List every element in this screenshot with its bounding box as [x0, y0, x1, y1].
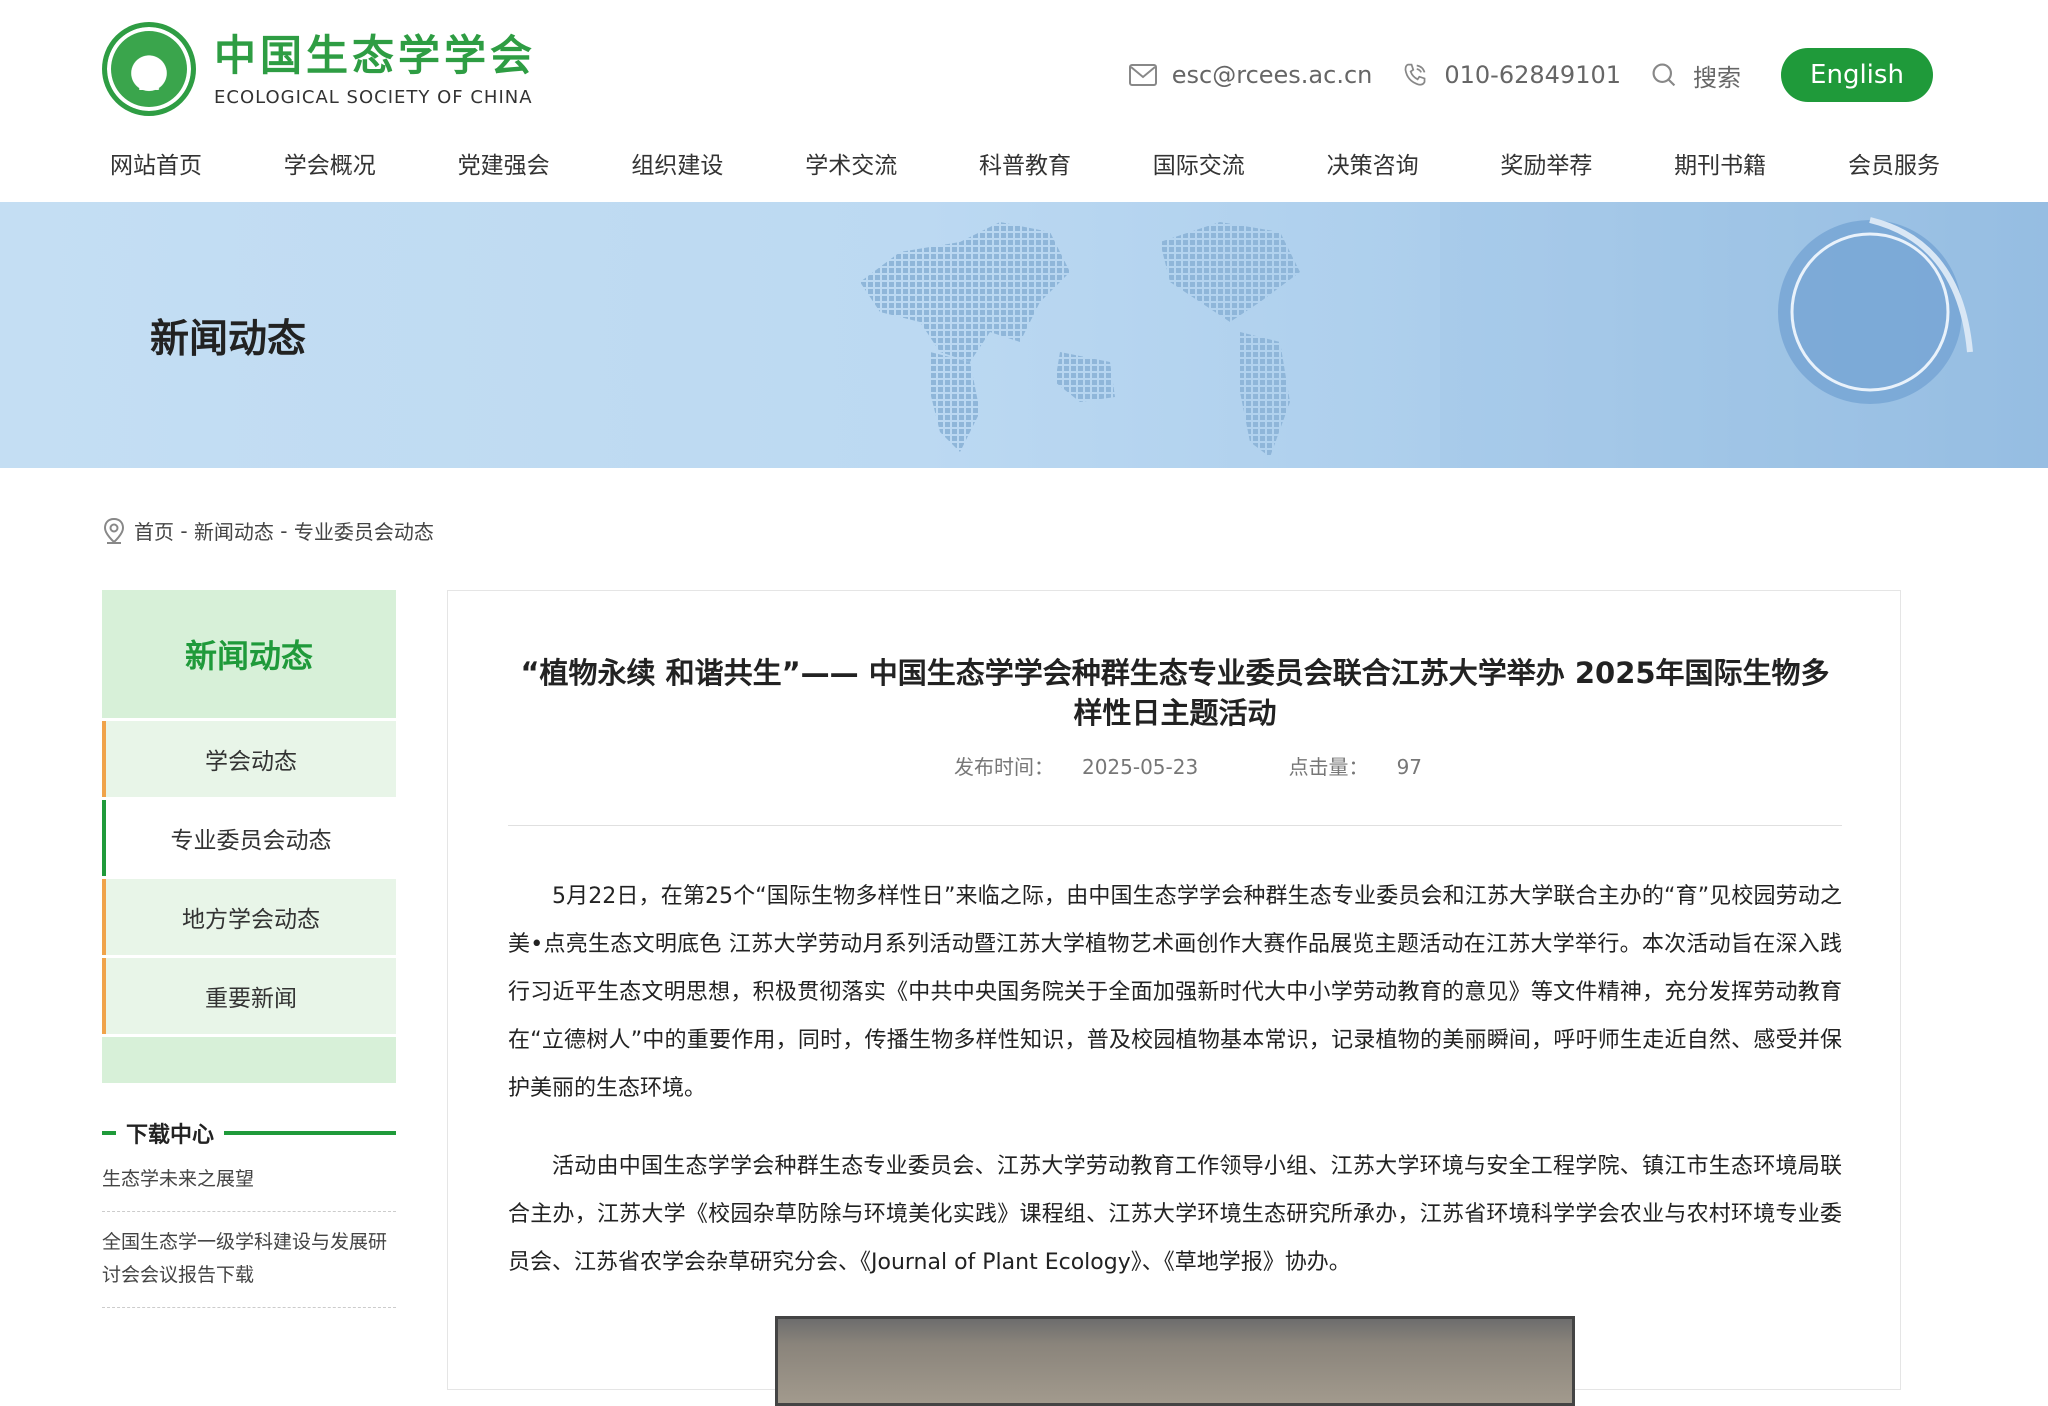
- nav-item[interactable]: 期刊书籍: [1674, 146, 1766, 180]
- breadcrumb-home[interactable]: 首页: [134, 516, 174, 545]
- mail-icon: [1128, 64, 1157, 86]
- header-contacts: esc@rcees.ac.cn 010-62849101 搜索 English: [1100, 48, 1933, 102]
- breadcrumb-separator: -: [273, 518, 294, 543]
- publish-label: 发布时间：: [953, 755, 1054, 779]
- society-emblem: ESC: [102, 22, 196, 116]
- english-version-button[interactable]: English: [1781, 48, 1933, 102]
- phone-icon: [1404, 63, 1426, 86]
- article-panel: “植物永续 和谐共生”—— 中国生态学学会种群生态专业委员会联合江苏大学举办 2…: [447, 590, 1901, 1406]
- sidebar-item-local-society-news[interactable]: 地方学会动态: [102, 879, 396, 955]
- breadcrumb: 首页 - 新闻动态 - 专业委员会动态: [102, 516, 434, 545]
- download-item[interactable]: 生态学未来之展望: [102, 1149, 396, 1212]
- sidebar-item-important-news[interactable]: 重要新闻: [102, 958, 396, 1034]
- download-center-title: 下载中心: [126, 1123, 215, 1148]
- emblem-badge-text: ESC: [138, 82, 160, 93]
- phone-text: 010-62849101: [1444, 61, 1621, 89]
- sidebar: 新闻动态 学会动态 专业委员会动态 地方学会动态 重要新闻 下载中心 生态学未来…: [102, 590, 396, 1308]
- nav-item[interactable]: 学会概况: [284, 146, 376, 180]
- money-globe-illustration: [1440, 202, 2048, 468]
- search-icon: [1652, 63, 1676, 87]
- logo-english-name: ECOLOGICAL SOCIETY OF CHINA: [214, 86, 533, 108]
- nav-item[interactable]: 会员服务: [1848, 146, 1940, 180]
- banner-title: 新闻动态: [150, 317, 307, 362]
- logo-chinese-name: 中国生态学学会: [214, 30, 537, 80]
- nav-item[interactable]: 党建强会: [458, 146, 550, 180]
- article-meta: 发布时间： 2025-05-23 点击量： 97: [448, 751, 1900, 780]
- sidebar-item-society-news[interactable]: 学会动态: [102, 721, 396, 797]
- article-paragraph: 5月22日，在第25个“国际生物多样性日”来临之际，由中国生态学学会种群生态专业…: [508, 884, 1842, 1101]
- sidebar-title: 新闻动态: [102, 590, 396, 718]
- nav-item[interactable]: 奖励举荐: [1500, 146, 1592, 180]
- hits-label: 点击量：: [1288, 755, 1369, 779]
- nav-item[interactable]: 决策咨询: [1327, 146, 1419, 180]
- main-navigation: 网站首页 学会概况 党建强会 组织建设 学术交流 科普教育 国际交流 决策咨询 …: [110, 146, 1940, 180]
- sidebar-item-committee-news[interactable]: 专业委员会动态: [102, 800, 396, 876]
- nav-item[interactable]: 网站首页: [110, 146, 202, 180]
- breadcrumb-separator: -: [174, 518, 194, 543]
- heading-accent-line: [224, 1131, 396, 1135]
- article-paragraph: 活动由中国生态学学会种群生态专业委员会、江苏大学劳动教育工作领导小组、江苏大学环…: [508, 1154, 1842, 1275]
- sidebar-footer: [102, 1037, 396, 1083]
- phone-contact: 010-62849101: [1400, 61, 1621, 89]
- search-link[interactable]: 搜索: [1649, 58, 1741, 93]
- download-center-heading: 下载中心: [102, 1117, 396, 1149]
- email-contact[interactable]: esc@rcees.ac.cn: [1128, 61, 1373, 89]
- nav-item[interactable]: 国际交流: [1153, 146, 1245, 180]
- location-pin-icon: [103, 517, 125, 544]
- world-map-illustration: [860, 222, 1300, 457]
- heading-accent-bar: [102, 1131, 116, 1135]
- email-text: esc@rcees.ac.cn: [1171, 61, 1373, 89]
- article-photo: [775, 1316, 1575, 1406]
- title-divider: [508, 825, 1842, 826]
- article-body: 5月22日，在第25个“国际生物多样性日”来临之际，由中国生态学学会种群生态专业…: [508, 873, 1842, 1317]
- nav-item[interactable]: 学术交流: [805, 146, 897, 180]
- hits-count: 97: [1396, 755, 1423, 779]
- search-label: 搜索: [1693, 63, 1741, 92]
- breadcrumb-news[interactable]: 新闻动态: [194, 516, 274, 545]
- publish-date: 2025-05-23: [1081, 755, 1199, 779]
- article-title: “植物永续 和谐共生”—— 中国生态学学会种群生态专业委员会联合江苏大学举办 2…: [520, 656, 1830, 730]
- nav-item[interactable]: 科普教育: [979, 146, 1071, 180]
- nav-item[interactable]: 组织建设: [631, 146, 723, 180]
- site-header: ESC 中国生态学学会 ECOLOGICAL SOCIETY OF CHINA …: [0, 0, 2048, 202]
- download-item[interactable]: 全国生态学一级学科建设与发展研讨会会议报告下载: [102, 1212, 396, 1308]
- page-banner: 新闻动态: [0, 202, 2048, 468]
- breadcrumb-current[interactable]: 专业委员会动态: [294, 516, 434, 545]
- site-logo[interactable]: ESC 中国生态学学会 ECOLOGICAL SOCIETY OF CHINA: [102, 22, 536, 116]
